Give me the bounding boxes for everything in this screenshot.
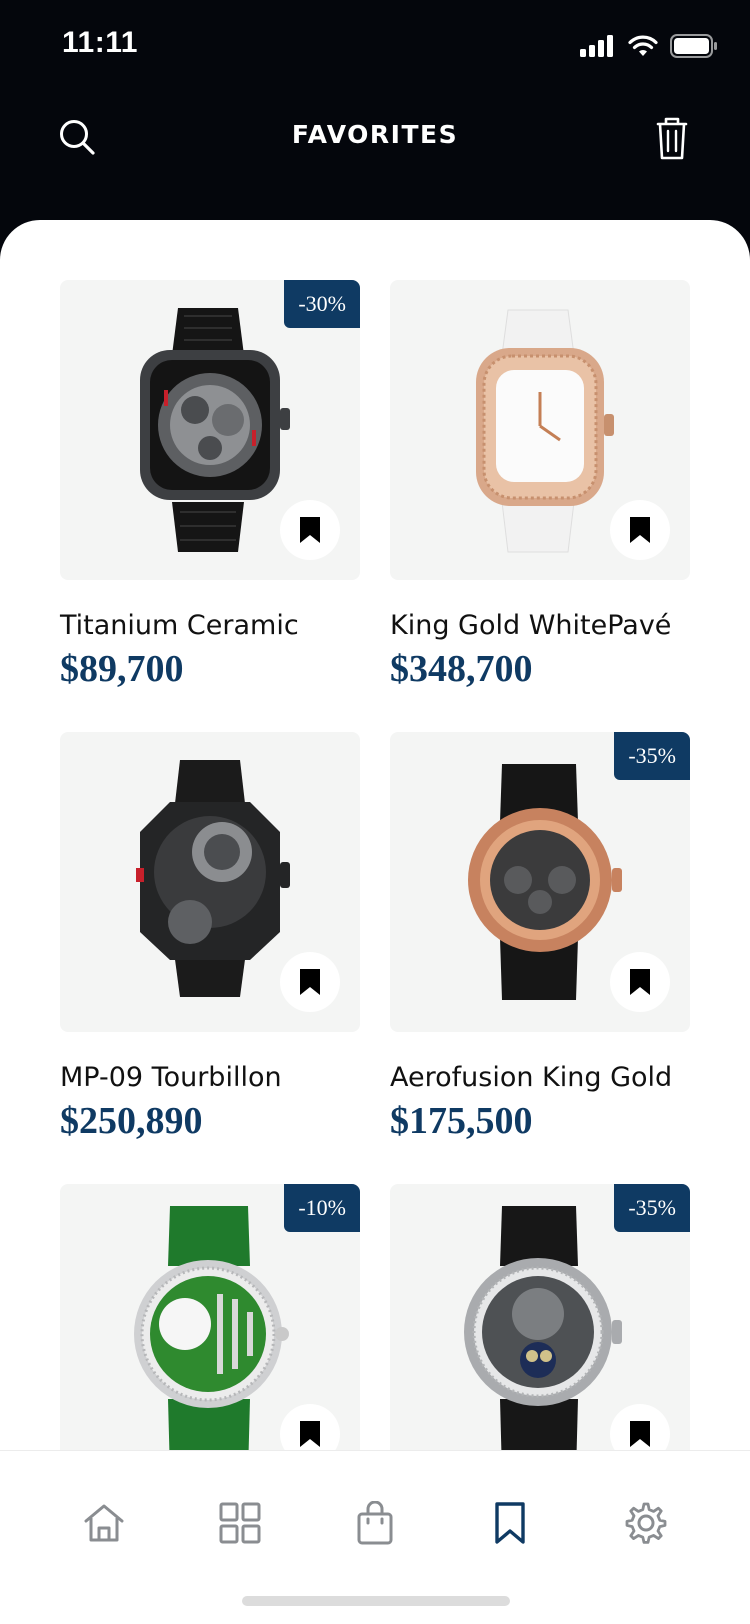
product-image: -35%	[390, 1184, 690, 1484]
discount-badge: -30%	[284, 280, 360, 328]
bookmark-filled-icon	[630, 517, 650, 543]
favorites-list: -30% Titanium Ceramic $89,700 King Gold …	[0, 220, 750, 1624]
product-price: $175,500	[390, 1100, 533, 1142]
product-card[interactable]: MP-09 Tourbillon $250,890	[60, 732, 360, 1143]
product-image: -30%	[60, 280, 360, 580]
product-image	[60, 732, 360, 1032]
cellular-signal-icon	[580, 35, 613, 57]
product-image: -35%	[390, 732, 690, 1032]
home-icon	[84, 1504, 124, 1542]
bookmark-button[interactable]	[280, 500, 340, 560]
tab-settings[interactable]	[614, 1491, 678, 1555]
product-card[interactable]: -35% Aerofusion King Gold $175,500	[390, 732, 690, 1143]
product-image: -10%	[60, 1184, 360, 1484]
gear-icon	[625, 1502, 667, 1544]
status-time: 11:11	[62, 26, 138, 59]
tab-favorites[interactable]	[478, 1491, 542, 1555]
bookmark-filled-icon	[300, 969, 320, 995]
bookmark-button[interactable]	[610, 952, 670, 1012]
bookmark-icon	[495, 1502, 525, 1544]
status-bar: 11:11	[0, 0, 750, 90]
status-icons	[580, 34, 718, 58]
tab-bag[interactable]	[343, 1491, 407, 1555]
discount-badge: -10%	[284, 1184, 360, 1232]
product-name: King Gold WhitePavé	[390, 610, 672, 641]
product-price: $89,700	[60, 648, 184, 690]
product-price: $348,700	[390, 648, 533, 690]
product-name: MP-09 Tourbillon	[60, 1062, 282, 1093]
product-card[interactable]: -30% Titanium Ceramic $89,700	[60, 280, 360, 691]
product-card[interactable]: King Gold WhitePavé $348,700	[390, 280, 690, 691]
product-name: Aerofusion King Gold	[390, 1062, 673, 1093]
battery-icon	[670, 34, 717, 58]
bookmark-filled-icon	[630, 969, 650, 995]
bookmark-button[interactable]	[280, 952, 340, 1012]
bookmark-filled-icon	[300, 517, 320, 543]
wifi-icon	[628, 35, 658, 56]
trash-icon	[656, 117, 688, 160]
product-image	[390, 280, 690, 580]
bookmark-filled-icon	[300, 1421, 320, 1447]
tab-categories[interactable]	[208, 1491, 272, 1555]
tab-home[interactable]	[72, 1491, 136, 1555]
home-indicator[interactable]	[242, 1596, 510, 1606]
bookmark-button[interactable]	[610, 500, 670, 560]
page-title: FAVORITES	[291, 120, 459, 149]
discount-badge: -35%	[614, 1184, 690, 1232]
grid-icon	[219, 1502, 261, 1544]
discount-badge: -35%	[614, 732, 690, 780]
bag-icon	[357, 1501, 393, 1545]
header: FAVORITES	[0, 100, 750, 180]
delete-all-button[interactable]	[650, 114, 694, 162]
bookmark-filled-icon	[630, 1421, 650, 1447]
product-price: $250,890	[60, 1100, 203, 1142]
product-name: Titanium Ceramic	[60, 610, 299, 641]
